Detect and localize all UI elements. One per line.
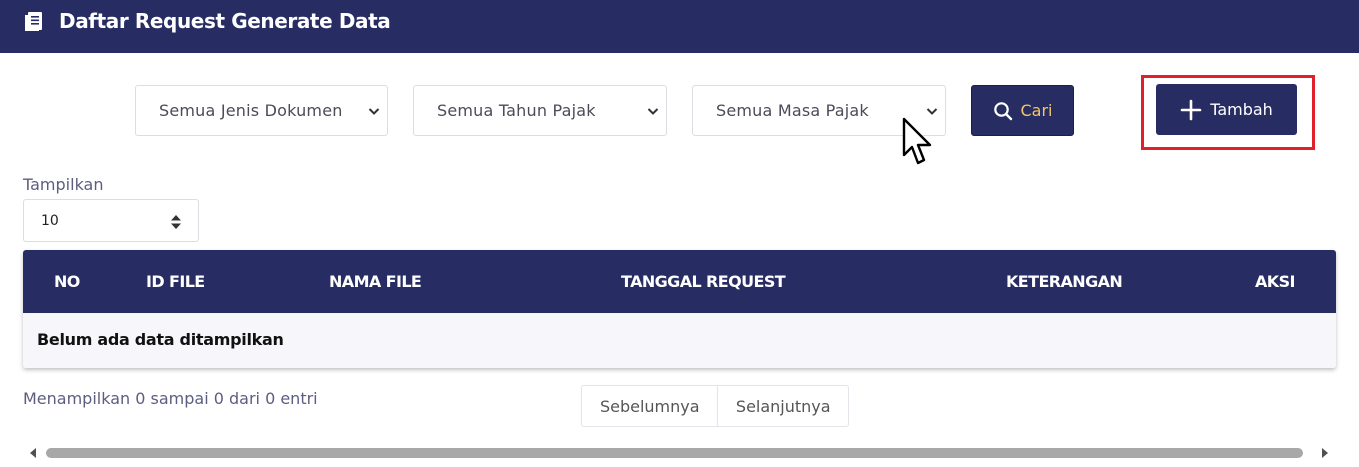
table-info: Menampilkan 0 sampai 0 dari 0 entri [23,389,318,408]
table-header: NO ID FILE NAMA FILE TANGGAL REQUEST KET… [23,250,1336,313]
previous-page-button[interactable]: Sebelumnya [582,386,719,426]
document-icon [25,12,42,31]
search-icon [993,101,1012,120]
mouse-cursor-icon [902,117,932,165]
jenis-dokumen-value: Semua Jenis Dokumen [159,101,343,120]
column-header-id-file[interactable]: ID FILE [146,272,205,291]
add-button-label: Tambah [1210,100,1273,119]
column-header-aksi[interactable]: AKSI [1255,272,1295,291]
search-button-label: Cari [1020,101,1053,120]
plus-icon [1180,99,1202,120]
next-page-button[interactable]: Selanjutnya [718,386,848,426]
sort-updown-icon [171,215,181,229]
horizontal-scrollbar[interactable] [0,443,1359,463]
column-header-tanggal-request[interactable]: TANGGAL REQUEST [621,272,786,291]
scrollbar-thumb[interactable] [46,448,1303,458]
chevron-down-icon [366,103,382,119]
tahun-pajak-value: Semua Tahun Pajak [437,101,596,120]
add-button[interactable]: Tambah [1156,84,1297,135]
page-title: Daftar Request Generate Data [59,9,391,33]
page-length-select[interactable]: 10 [23,199,199,242]
page-header: Daftar Request Generate Data [0,0,1359,53]
scroll-left-icon[interactable] [28,447,38,459]
column-header-keterangan[interactable]: KETERANGAN [1006,272,1123,291]
pagination: Sebelumnya Selanjutnya [581,385,849,427]
length-label: Tampilkan [23,175,104,194]
masa-pajak-value: Semua Masa Pajak [716,101,869,120]
data-table: NO ID FILE NAMA FILE TANGGAL REQUEST KET… [23,250,1336,368]
page-length-value: 10 [41,212,59,229]
empty-message: Belum ada data ditampilkan [37,330,284,349]
column-header-no[interactable]: NO [54,272,80,291]
column-header-nama-file[interactable]: NAMA FILE [329,272,422,291]
scroll-right-icon[interactable] [1320,447,1330,459]
table-empty-row: Belum ada data ditampilkan [23,313,1336,368]
chevron-down-icon [645,103,661,119]
search-button[interactable]: Cari [971,85,1074,136]
tahun-pajak-select[interactable]: Semua Tahun Pajak [413,85,667,136]
jenis-dokumen-select[interactable]: Semua Jenis Dokumen [135,85,388,136]
